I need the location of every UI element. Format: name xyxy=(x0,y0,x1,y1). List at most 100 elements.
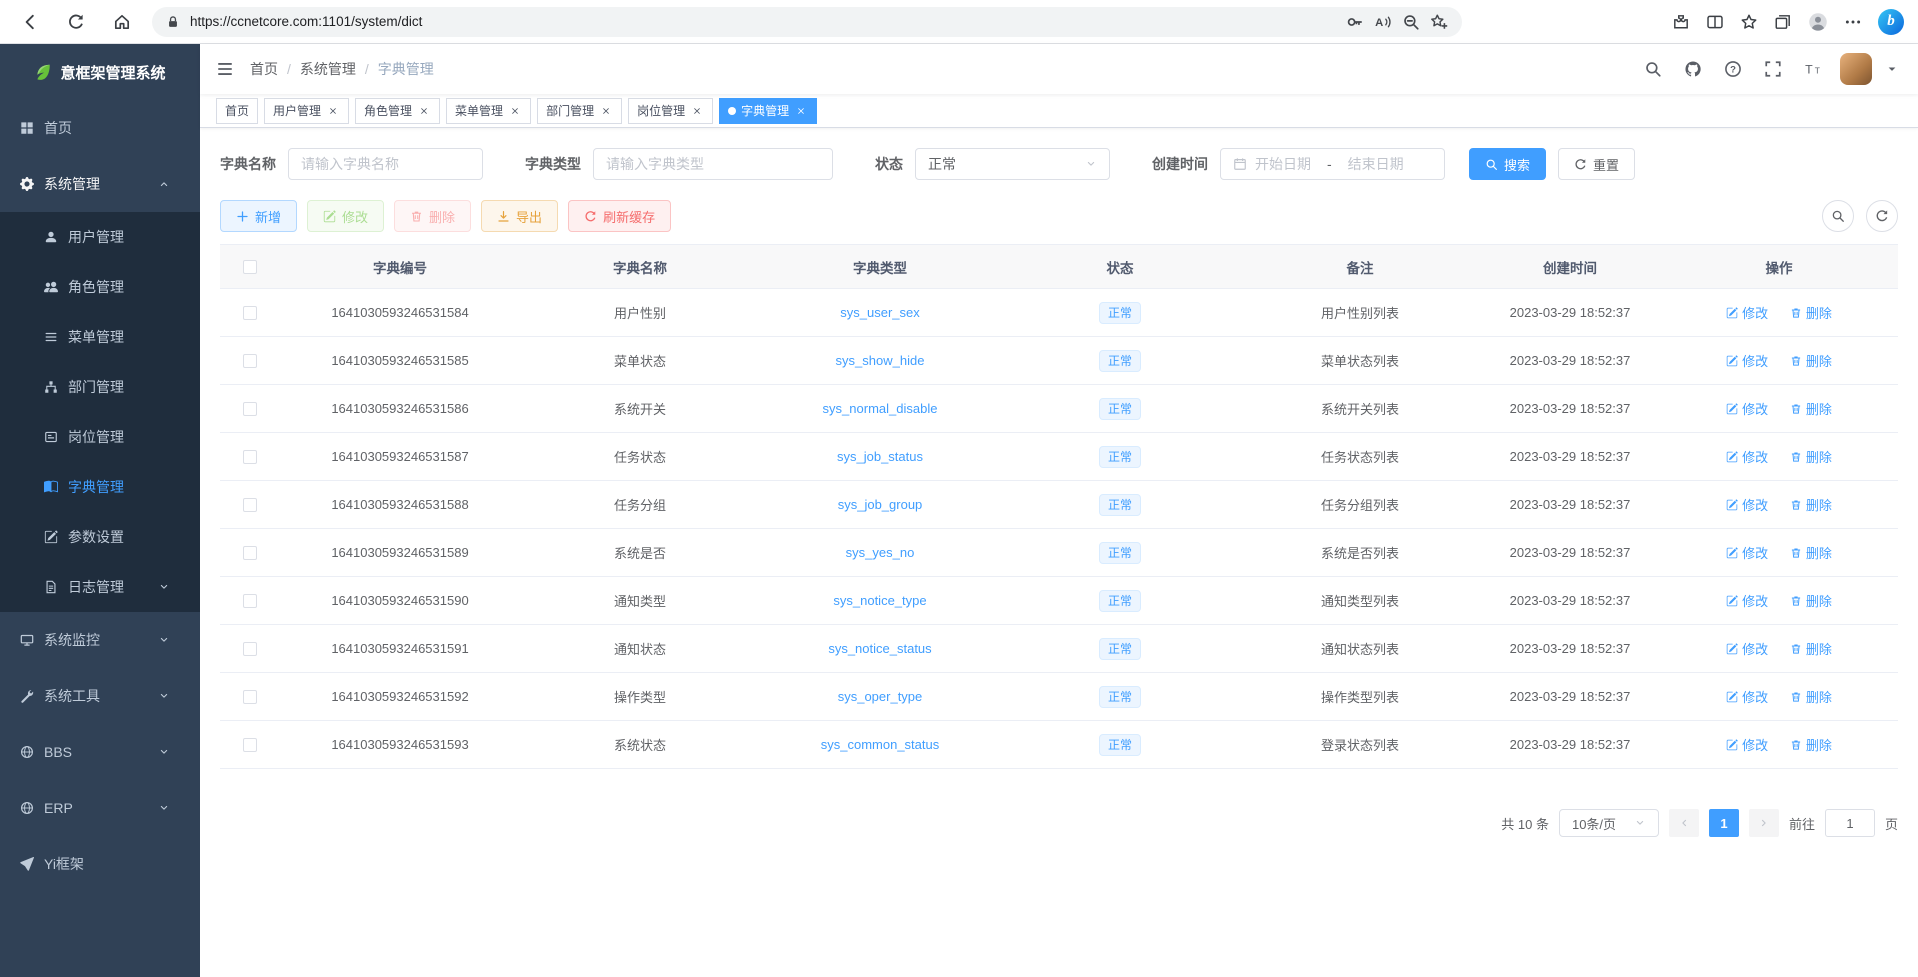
table-row[interactable]: 1641030593246531586 系统开关 sys_normal_disa… xyxy=(220,385,1898,433)
font-size-button[interactable] xyxy=(1800,56,1826,82)
password-key-icon[interactable] xyxy=(1346,13,1364,31)
sidebar-item-tools[interactable]: 系统工具 xyxy=(0,668,200,724)
table-row[interactable]: 1641030593246531589 系统是否 sys_yes_no 正常 系… xyxy=(220,529,1898,577)
header-search-button[interactable] xyxy=(1640,56,1666,82)
export-button[interactable]: 导出 xyxy=(481,200,558,232)
github-button[interactable] xyxy=(1680,56,1706,82)
edit-row-button[interactable]: 修改 xyxy=(1726,591,1768,610)
row-checkbox[interactable] xyxy=(243,738,257,752)
table-row[interactable]: 1641030593246531590 通知类型 sys_notice_type… xyxy=(220,577,1898,625)
browser-home-button[interactable] xyxy=(106,6,138,38)
close-tab-icon[interactable] xyxy=(794,104,808,118)
address-bar[interactable]: https://ccnetcore.com:1101/system/dict xyxy=(152,7,1462,37)
table-row[interactable]: 1641030593246531591 通知状态 sys_notice_stat… xyxy=(220,625,1898,673)
close-tab-icon[interactable] xyxy=(599,104,613,118)
edit-row-button[interactable]: 修改 xyxy=(1726,735,1768,754)
table-row[interactable]: 1641030593246531593 系统状态 sys_common_stat… xyxy=(220,721,1898,769)
search-button[interactable]: 搜索 xyxy=(1469,148,1546,180)
row-checkbox[interactable] xyxy=(243,354,257,368)
row-checkbox[interactable] xyxy=(243,306,257,320)
sidebar-item-param-settings[interactable]: 参数设置 xyxy=(0,512,200,562)
breadcrumb-system[interactable]: 系统管理 xyxy=(300,59,356,79)
delete-row-button[interactable]: 删除 xyxy=(1790,687,1832,706)
dict-type-link[interactable]: sys_job_status xyxy=(837,449,923,464)
tab-dept-mgmt[interactable]: 部门管理 xyxy=(537,98,622,124)
dict-type-link[interactable]: sys_show_hide xyxy=(836,353,925,368)
delete-row-button[interactable]: 删除 xyxy=(1790,639,1832,658)
row-checkbox[interactable] xyxy=(243,642,257,656)
extensions-icon[interactable] xyxy=(1672,13,1690,31)
next-page-button[interactable] xyxy=(1749,809,1779,837)
delete-row-button[interactable]: 删除 xyxy=(1790,735,1832,754)
menu-fold-icon[interactable] xyxy=(216,60,234,78)
tab-menu-mgmt[interactable]: 菜单管理 xyxy=(446,98,531,124)
dict-type-link[interactable]: sys_common_status xyxy=(821,737,940,752)
add-button[interactable]: 新增 xyxy=(220,200,297,232)
collections-icon[interactable] xyxy=(1774,13,1792,31)
table-row[interactable]: 1641030593246531588 任务分组 sys_job_group 正… xyxy=(220,481,1898,529)
edit-row-button[interactable]: 修改 xyxy=(1726,399,1768,418)
sidebar-item-dept-mgmt[interactable]: 部门管理 xyxy=(0,362,200,412)
delete-row-button[interactable]: 删除 xyxy=(1790,351,1832,370)
dict-type-link[interactable]: sys_yes_no xyxy=(846,545,915,560)
status-select[interactable]: 正常 xyxy=(915,148,1110,180)
add-favorite-icon[interactable] xyxy=(1430,13,1448,31)
sidebar-item-erp[interactable]: ERP xyxy=(0,780,200,836)
table-row[interactable]: 1641030593246531592 操作类型 sys_oper_type 正… xyxy=(220,673,1898,721)
prev-page-button[interactable] xyxy=(1669,809,1699,837)
sidebar-item-monitor[interactable]: 系统监控 xyxy=(0,612,200,668)
tab-user-mgmt[interactable]: 用户管理 xyxy=(264,98,349,124)
dict-name-input[interactable] xyxy=(301,156,470,172)
delete-row-button[interactable]: 删除 xyxy=(1790,591,1832,610)
delete-row-button[interactable]: 删除 xyxy=(1790,399,1832,418)
toggle-search-button[interactable] xyxy=(1822,200,1854,232)
table-row[interactable]: 1641030593246531584 用户性别 sys_user_sex 正常… xyxy=(220,289,1898,337)
row-checkbox[interactable] xyxy=(243,498,257,512)
split-screen-icon[interactable] xyxy=(1706,13,1724,31)
edit-row-button[interactable]: 修改 xyxy=(1726,639,1768,658)
edit-button[interactable]: 修改 xyxy=(307,200,384,232)
bing-icon[interactable]: b xyxy=(1878,9,1904,35)
sidebar-item-role-mgmt[interactable]: 角色管理 xyxy=(0,262,200,312)
date-range-picker[interactable]: 开始日期 - 结束日期 xyxy=(1220,148,1445,180)
edit-row-button[interactable]: 修改 xyxy=(1726,543,1768,562)
user-avatar[interactable] xyxy=(1840,53,1872,85)
tab-role-mgmt[interactable]: 角色管理 xyxy=(355,98,440,124)
edit-row-button[interactable]: 修改 xyxy=(1726,687,1768,706)
edit-row-button[interactable]: 修改 xyxy=(1726,351,1768,370)
page-number-button[interactable]: 1 xyxy=(1709,809,1739,837)
row-checkbox[interactable] xyxy=(243,450,257,464)
page-size-select[interactable]: 10条/页 xyxy=(1559,809,1659,837)
close-tab-icon[interactable] xyxy=(326,104,340,118)
close-tab-icon[interactable] xyxy=(508,104,522,118)
edit-row-button[interactable]: 修改 xyxy=(1726,495,1768,514)
fullscreen-button[interactable] xyxy=(1760,56,1786,82)
sidebar-item-menu-mgmt[interactable]: 菜单管理 xyxy=(0,312,200,362)
dict-type-link[interactable]: sys_job_group xyxy=(838,497,923,512)
row-checkbox[interactable] xyxy=(243,594,257,608)
dict-type-link[interactable]: sys_user_sex xyxy=(840,305,919,320)
delete-button[interactable]: 删除 xyxy=(394,200,471,232)
help-button[interactable] xyxy=(1720,56,1746,82)
app-logo[interactable]: 意框架管理系统 xyxy=(0,44,200,100)
dict-type-link[interactable]: sys_notice_type xyxy=(833,593,926,608)
browser-profile-icon[interactable] xyxy=(1808,12,1828,32)
sidebar-item-user-mgmt[interactable]: 用户管理 xyxy=(0,212,200,262)
row-checkbox[interactable] xyxy=(243,690,257,704)
delete-row-button[interactable]: 删除 xyxy=(1790,543,1832,562)
tab-dict-mgmt[interactable]: 字典管理 xyxy=(719,98,817,124)
reset-button[interactable]: 重置 xyxy=(1558,148,1635,180)
dict-type-link[interactable]: sys_normal_disable xyxy=(823,401,938,416)
select-all-checkbox[interactable] xyxy=(243,260,257,274)
favorites-icon[interactable] xyxy=(1740,13,1758,31)
edit-row-button[interactable]: 修改 xyxy=(1726,303,1768,322)
close-tab-icon[interactable] xyxy=(690,104,704,118)
close-tab-icon[interactable] xyxy=(417,104,431,118)
caret-down-icon[interactable] xyxy=(1886,63,1898,75)
sidebar-item-system[interactable]: 系统管理 xyxy=(0,156,200,212)
table-row[interactable]: 1641030593246531585 菜单状态 sys_show_hide 正… xyxy=(220,337,1898,385)
sidebar-item-bbs[interactable]: BBS xyxy=(0,724,200,780)
sidebar-item-post-mgmt[interactable]: 岗位管理 xyxy=(0,412,200,462)
refresh-cache-button[interactable]: 刷新缓存 xyxy=(568,200,671,232)
table-row[interactable]: 1641030593246531587 任务状态 sys_job_status … xyxy=(220,433,1898,481)
